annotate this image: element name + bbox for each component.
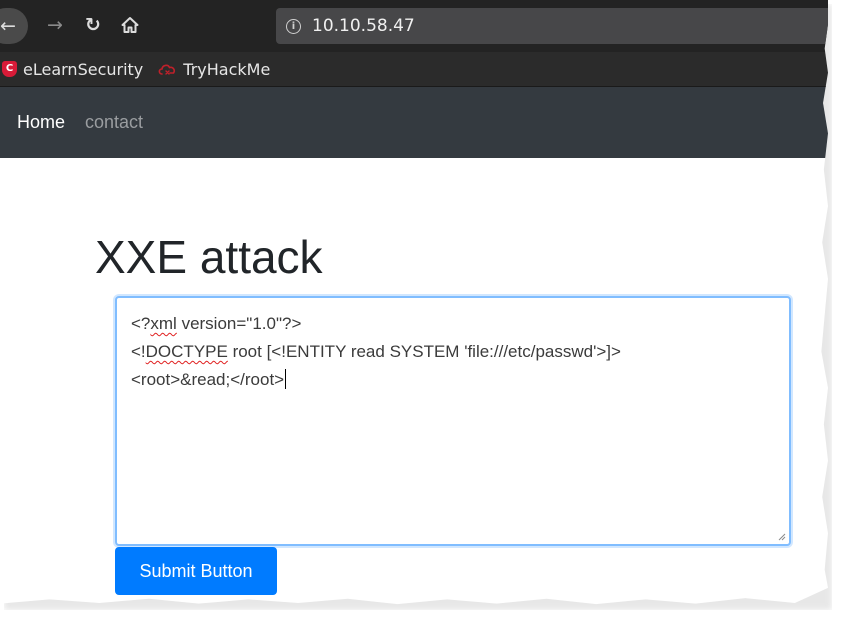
back-arrow-icon[interactable]: ← [0, 8, 28, 44]
bookmark-elearnsecurity[interactable]: C eLearnSecurity [2, 60, 143, 79]
spellcheck-word: DOCTYPE [145, 342, 228, 361]
resize-grip-icon[interactable] [776, 531, 786, 541]
elearnsecurity-shield-icon: C [2, 61, 17, 77]
xml-line-3: <root>&read;</root> [131, 366, 775, 394]
reload-icon[interactable]: ↻ [80, 10, 106, 40]
page-title: XXE attack [95, 231, 323, 283]
submit-button[interactable]: Submit Button [115, 547, 277, 595]
home-icon[interactable] [117, 10, 143, 40]
text-fragment: <! [131, 342, 146, 361]
text-fragment: version="1.0"?> [176, 314, 302, 333]
url-text[interactable]: 10.10.58.47 [312, 16, 415, 36]
bookmark-label: eLearnSecurity [23, 59, 144, 79]
text-fragment: <? [131, 314, 151, 333]
nav-link-contact[interactable]: contact [85, 112, 143, 133]
url-bar[interactable]: i 10.10.58.47 [276, 8, 828, 44]
screenshot-frame: ← → ↻ i 10.10.58.47 C eLearnSecurity Try… [0, 0, 828, 605]
text-caret [285, 369, 287, 389]
bookmark-label: TryHackMe [183, 59, 271, 79]
forward-arrow-icon[interactable]: → [42, 10, 68, 40]
xml-line-1: <?xml version="1.0"?> [131, 310, 775, 338]
xml-line-2: <!DOCTYPE root [<!ENTITY read SYSTEM 'fi… [131, 338, 775, 366]
bookmark-tryhackme[interactable]: TryHackMe [157, 60, 270, 79]
info-icon[interactable]: i [286, 18, 301, 34]
home-glyph [121, 17, 139, 33]
spellcheck-word: xml [150, 314, 177, 333]
text-fragment: <root>&read;</root> [131, 370, 285, 389]
bookmarks-bar: C eLearnSecurity TryHackMe [0, 52, 828, 87]
browser-toolbar: ← → ↻ i 10.10.58.47 [0, 0, 828, 52]
site-navbar: Home contact [0, 87, 828, 158]
tryhackme-cloud-icon [158, 64, 176, 75]
xml-input-textarea[interactable]: <?xml version="1.0"?> <!DOCTYPE root [<!… [115, 296, 791, 546]
text-fragment: root [<!ENTITY read SYSTEM 'file:///etc/… [227, 342, 621, 361]
nav-link-home[interactable]: Home [17, 112, 65, 133]
